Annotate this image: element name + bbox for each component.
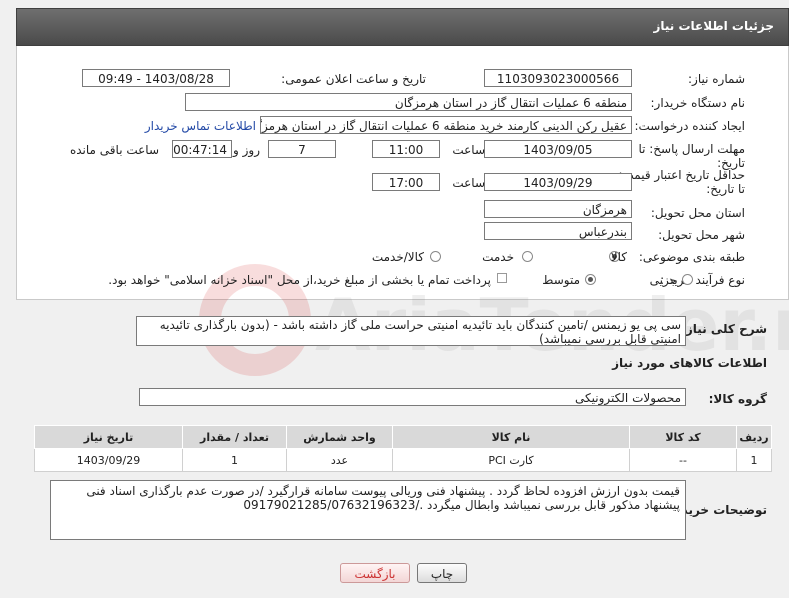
goods-group-label: گروه کالا: [708,392,767,406]
description-label: شرح کلی نیاز: [681,322,767,336]
validity-date-field: 1403/09/29 [484,173,632,191]
cell-code: -- [629,448,737,472]
category-both-label: کالا/خدمت [371,250,424,264]
back-button[interactable]: بازگشت [340,563,410,583]
category-both-radio[interactable] [430,251,441,262]
announce-label: تاریخ و ساعت اعلان عمومی: [281,72,426,86]
remaining-time-field: 00:47:14 [172,140,232,158]
goods-table: ردیف کد کالا نام کالا واحد شمارش تعداد /… [34,425,772,472]
buyer-contact-link[interactable]: اطلاعات تماس خریدار [145,119,256,133]
cell-unit: عدد [286,448,393,472]
creator-label: ایجاد کننده درخواست: [634,119,745,133]
page-title: جزئیات اطلاعات نیاز [653,19,774,33]
treasury-payment-note: پرداخت تمام یا بخشی از مبلغ خرید،از محل … [108,273,491,287]
buyer-org-label: نام دستگاه خریدار: [650,96,746,110]
goods-group-field: محصولات الکترونیکی [139,388,686,406]
process-medium-label: متوسط [542,273,580,287]
description-field: سی پی یو زیمنس /تامین کنندگان باید تائید… [136,316,686,346]
need-number-field: 1103093023000566 [484,69,632,87]
need-number-label: شماره نیاز: [688,72,745,86]
table-row: 1 -- کارت PCI عدد 1 1403/09/29 [34,448,772,472]
column-header-date: تاریخ نیاز [34,425,183,449]
cell-date: 1403/09/29 [34,448,183,472]
category-service-radio[interactable] [522,251,533,262]
column-header-quantity: تعداد / مقدار [182,425,287,449]
remaining-label: ساعت باقی مانده [69,143,159,157]
city-field: بندرعباس [484,222,632,240]
deadline-time-field: 11:00 [372,140,440,158]
province-label: استان محل تحویل: [650,206,745,220]
deadline-date-field: 1403/09/05 [484,140,632,158]
goods-section-title: اطلاعات کالاهای مورد نیاز [612,356,767,370]
city-label: شهر محل تحویل: [658,228,745,242]
category-service-label: خدمت [482,250,514,264]
category-label: طبقه بندی موضوعی: [638,250,745,264]
validity-label: حداقل تاریخ اعتبار قیمت: تا تاریخ: [618,168,745,196]
category-goods-label: کالا [610,250,627,264]
column-header-row: ردیف [736,425,772,449]
deadline-time-label: ساعت [452,143,485,157]
province-field: هرمزگان [484,200,632,218]
column-header-code: کد کالا [629,425,737,449]
validity-time-label: ساعت [452,176,485,190]
days-field: 7 [268,140,336,158]
cell-quantity: 1 [182,448,287,472]
process-medium-radio[interactable] [585,274,596,285]
page-header: جزئیات اطلاعات نیاز [16,8,789,46]
column-header-unit: واحد شمارش [286,425,393,449]
buyer-notes-field: قیمت بدون ارزش افزوده لحاظ گردد . پیشنها… [50,480,686,540]
column-header-name: نام کالا [392,425,630,449]
buyer-org-field: منطقه 6 عملیات انتقال گاز در استان هرمزگ… [185,93,632,111]
treasury-payment-checkbox[interactable] [497,273,507,283]
days-label: روز و [233,143,260,157]
announce-field: 1403/08/28 - 09:49 [82,69,230,87]
process-partial-radio[interactable] [682,274,693,285]
deadline-label: مهلت ارسال پاسخ: تا تاریخ: [638,142,745,170]
cell-row: 1 [736,448,772,472]
process-partial-label: جزیی [649,273,677,287]
cell-name: کارت PCI [392,448,630,472]
print-button[interactable]: چاپ [417,563,467,583]
validity-time-field: 17:00 [372,173,440,191]
goods-table-header: ردیف کد کالا نام کالا واحد شمارش تعداد /… [34,425,772,449]
creator-field: عقیل رکن الدینی کارمند خرید منطقه 6 عملی… [260,116,632,134]
